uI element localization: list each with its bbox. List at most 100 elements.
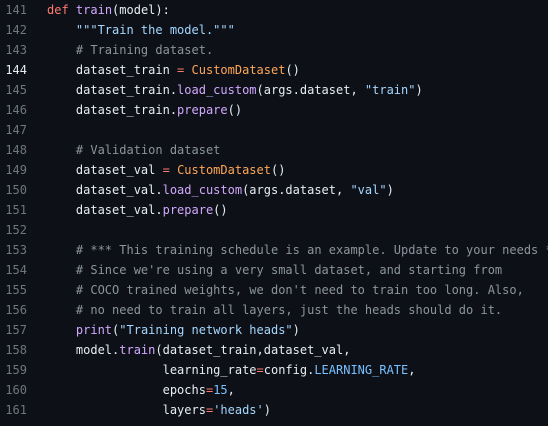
code-line[interactable]: 150 dataset_val.load_custom(args.dataset… bbox=[0, 180, 548, 200]
code-line[interactable]: 149 dataset_val = CustomDataset() bbox=[0, 160, 548, 180]
code-token: (args.dataset, bbox=[256, 83, 365, 97]
code-text: # COCO trained weights, we don't need to… bbox=[47, 280, 524, 300]
line-number: 145 bbox=[5, 83, 27, 97]
code-token: () bbox=[213, 203, 228, 217]
code-token: (dataset_train,dataset_val, bbox=[155, 343, 351, 357]
code-token: () bbox=[270, 163, 286, 177]
line-number: 154 bbox=[5, 263, 27, 277]
code-token: () bbox=[285, 63, 300, 77]
code-line[interactable]: 157 print("Training network heads") bbox=[0, 320, 548, 340]
line-number: 156 bbox=[5, 303, 27, 317]
code-line[interactable]: 161 layers='heads') bbox=[0, 400, 548, 420]
code-token: (model): bbox=[112, 3, 170, 17]
code-line[interactable]: 143 # Training dataset. bbox=[0, 40, 548, 60]
code-line[interactable]: 159 learning_rate=config.LEARNING_RATE, bbox=[0, 360, 548, 380]
line-number: 158 bbox=[5, 343, 27, 357]
code-line[interactable]: 148 # Validation dataset bbox=[0, 140, 548, 160]
line-number: 141 bbox=[5, 3, 27, 17]
code-line[interactable]: 153 # *** This training schedule is an e… bbox=[0, 240, 548, 260]
line-number: 157 bbox=[5, 323, 27, 337]
line-number: 151 bbox=[5, 203, 27, 217]
code-token: def bbox=[47, 3, 69, 17]
code-text: # Validation dataset bbox=[47, 140, 221, 160]
code-text: learning_rate=config.LEARNING_RATE, bbox=[47, 360, 416, 380]
code-text: dataset_val.load_custom(args.dataset, "v… bbox=[47, 180, 394, 200]
code-line[interactable]: 141 def train(model): bbox=[0, 0, 548, 20]
line-number: 150 bbox=[5, 183, 27, 197]
code-editor[interactable]: 141 def train(model): 142 """Train the mod… bbox=[0, 0, 548, 426]
code-text: model.train(dataset_train,dataset_val, bbox=[47, 340, 351, 360]
code-line[interactable]: 145 dataset_train.load_custom(args.datas… bbox=[0, 80, 548, 100]
code-line[interactable]: 152 bbox=[0, 220, 548, 240]
code-line[interactable]: 144 dataset_train = CustomDataset() bbox=[0, 60, 548, 80]
line-number: 161 bbox=[5, 403, 27, 417]
code-token: """Train the model.""" bbox=[75, 23, 235, 37]
code-line[interactable]: 155 # COCO trained weights, we don't nee… bbox=[0, 280, 548, 300]
line-number: 147 bbox=[5, 123, 27, 137]
line-number: 159 bbox=[5, 363, 27, 377]
line-number: 155 bbox=[5, 283, 27, 297]
line-number: 142 bbox=[5, 23, 27, 37]
code-token: print bbox=[75, 323, 113, 337]
code-line[interactable]: 156 # no need to train all layers, just … bbox=[0, 300, 548, 320]
line-number: 153 bbox=[5, 243, 27, 257]
code-text: def train(model): bbox=[47, 0, 170, 20]
code-token: 'heads' bbox=[213, 403, 264, 417]
line-number: 144 bbox=[5, 63, 27, 77]
code-token: dataset_val bbox=[47, 163, 163, 177]
code-token: () bbox=[227, 103, 243, 117]
code-token: "val" bbox=[350, 183, 387, 197]
code-text: """Train the model.""" bbox=[47, 20, 235, 40]
line-number: 148 bbox=[5, 143, 27, 157]
code-text: # Training dataset. bbox=[47, 40, 213, 60]
code-token: = bbox=[256, 363, 264, 377]
code-token: "Training network heads" bbox=[119, 323, 293, 337]
code-token: dataset_train bbox=[47, 63, 178, 77]
code-token: epochs bbox=[47, 383, 206, 397]
code-line[interactable]: 146 dataset_train.prepare() bbox=[0, 100, 548, 120]
code-token: learning_rate bbox=[47, 363, 257, 377]
code-text: dataset_train = CustomDataset() bbox=[47, 60, 300, 80]
code-token: prepare bbox=[177, 103, 228, 117]
code-text: dataset_val = CustomDataset() bbox=[47, 160, 286, 180]
code-token: model. bbox=[47, 343, 120, 357]
code-token: config. bbox=[263, 363, 315, 377]
line-number: 152 bbox=[5, 223, 27, 237]
code-token: (args.dataset, bbox=[242, 183, 351, 197]
code-token: 15 bbox=[213, 383, 228, 397]
code-token: = bbox=[162, 163, 170, 177]
code-text: # *** This training schedule is an examp… bbox=[47, 240, 548, 260]
code-line[interactable]: 147 bbox=[0, 120, 548, 140]
code-token: # no need to train all layers, just the … bbox=[75, 303, 503, 317]
line-number: 143 bbox=[5, 43, 27, 57]
code-token: ) bbox=[386, 183, 394, 197]
code-text: # no need to train all layers, just the … bbox=[47, 300, 502, 320]
code-line[interactable]: 151 dataset_val.prepare() bbox=[0, 200, 548, 220]
code-token: "train" bbox=[364, 83, 416, 97]
code-token: dataset_train. bbox=[47, 103, 178, 117]
code-line[interactable]: 154 # Since we're using a very small dat… bbox=[0, 260, 548, 280]
code-line[interactable]: 160 epochs=15, bbox=[0, 380, 548, 400]
code-token: dataset_train. bbox=[47, 83, 178, 97]
code-token: LEARNING_RATE bbox=[314, 363, 409, 377]
code-token: # Since we're using a very small dataset… bbox=[75, 263, 503, 277]
code-token: # Validation dataset bbox=[75, 143, 221, 157]
code-line[interactable]: 158 model.train(dataset_train,dataset_va… bbox=[0, 340, 548, 360]
code-line[interactable]: 142 """Train the model.""" bbox=[0, 20, 548, 40]
code-text: # Since we're using a very small dataset… bbox=[47, 260, 502, 280]
code-token: dataset_val. bbox=[47, 203, 163, 217]
code-text: dataset_val.prepare() bbox=[47, 200, 228, 220]
code-token: , bbox=[227, 383, 235, 397]
line-number: 146 bbox=[5, 103, 27, 117]
code-token: load_custom bbox=[177, 83, 257, 97]
code-token: ) bbox=[415, 83, 423, 97]
code-token: # Training dataset. bbox=[75, 43, 214, 57]
